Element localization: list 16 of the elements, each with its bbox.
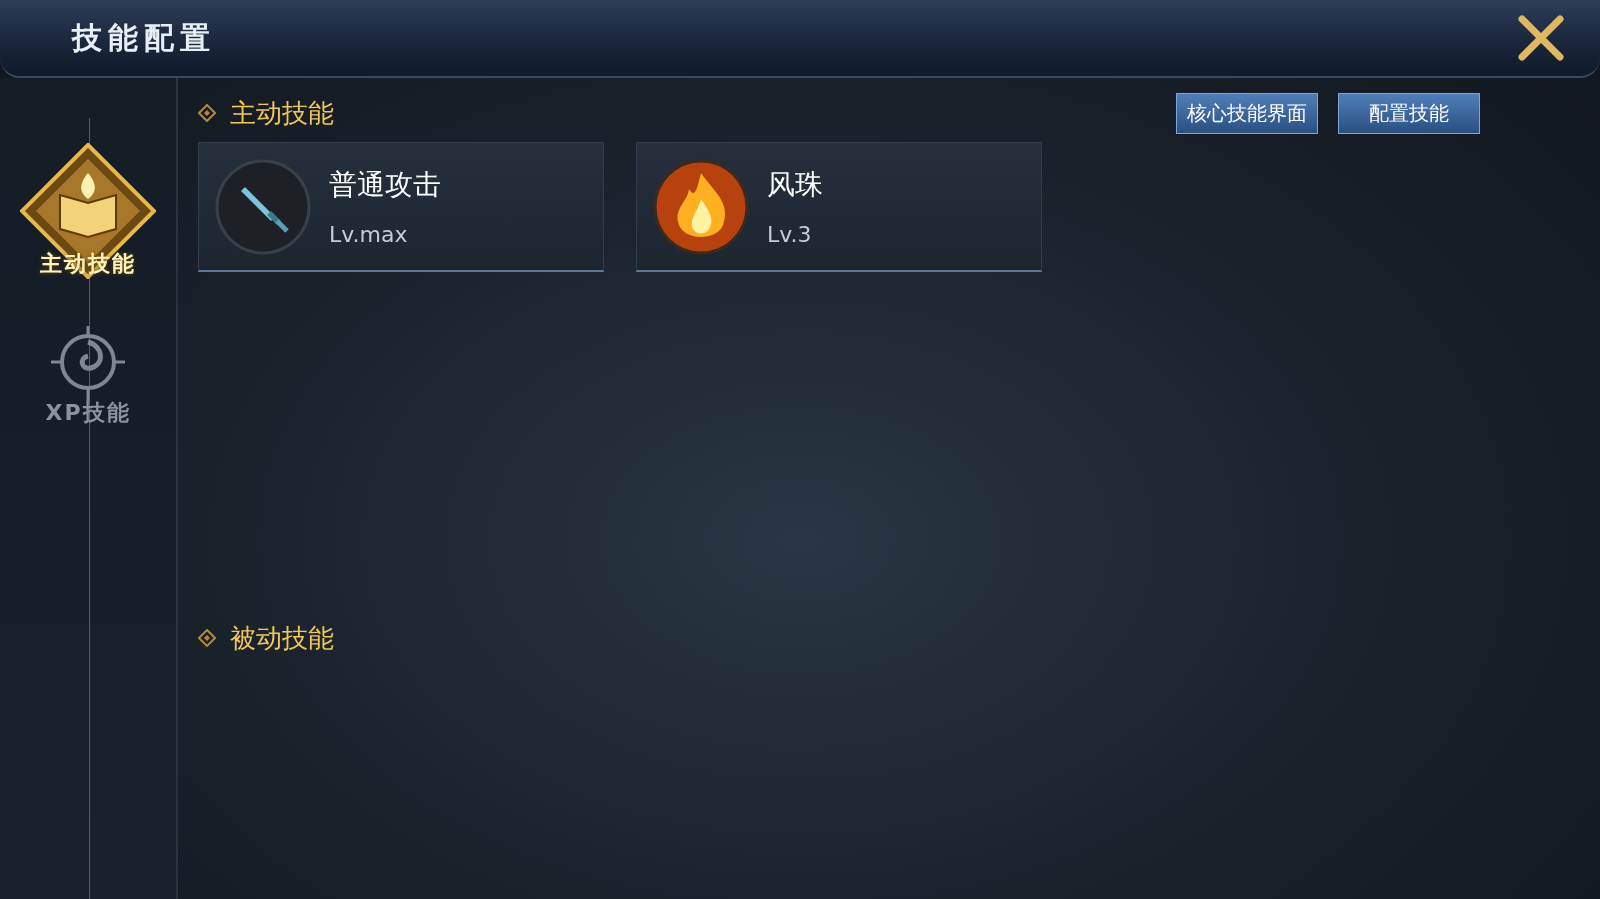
action-button[interactable]: 核心技能界面 (1176, 92, 1318, 134)
skill-level: Lv.3 (767, 222, 813, 247)
flame-icon (653, 158, 749, 255)
diamond-bullet-icon (198, 629, 216, 647)
skill-card[interactable]: 风珠 Lv.3 (636, 142, 1042, 272)
sword-icon (215, 158, 311, 255)
skill-card[interactable]: 普通攻击 Lv.max (198, 142, 604, 272)
section-title: 被动技能 (230, 621, 334, 655)
section-title: 主动技能 (230, 96, 334, 130)
skill-name: 普通攻击 (329, 167, 441, 203)
skill-name: 风珠 (767, 167, 823, 203)
skill-level: Lv.max (329, 222, 409, 247)
diamond-bullet-icon (198, 104, 216, 122)
window-title: 技能配置 (72, 18, 216, 57)
close-icon[interactable] (1518, 15, 1564, 61)
action-button[interactable]: 配置技能 (1338, 92, 1480, 134)
